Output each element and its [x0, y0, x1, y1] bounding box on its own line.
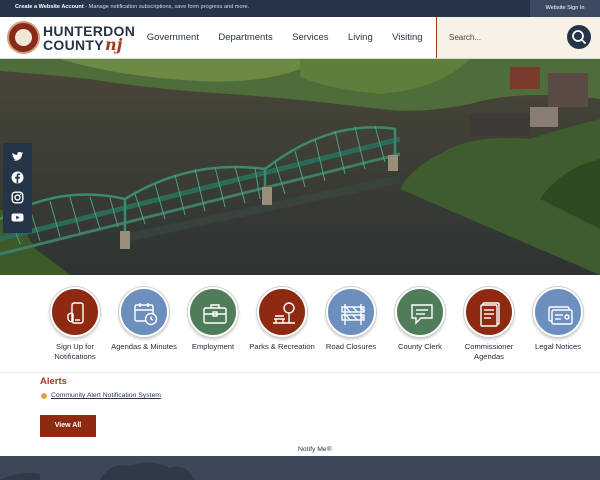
footer-tree-silhouette	[0, 462, 195, 480]
search-area	[437, 17, 600, 58]
nav-visiting[interactable]: Visiting	[382, 17, 432, 58]
quick-link-label: Legal Notices	[534, 342, 581, 351]
quick-link-label: Agendas & Minutes	[111, 342, 177, 351]
nav-services[interactable]: Services	[282, 17, 338, 58]
quick-link-circle	[464, 287, 514, 337]
nav-departments[interactable]: Departments	[209, 17, 283, 58]
quick-link-label: Road Closures	[325, 342, 377, 351]
main-nav: Government Departments Services Living V…	[137, 17, 432, 58]
quick-link-commissioner-agendas[interactable]: Commissioner Agendas	[454, 287, 524, 362]
sign-in-button[interactable]: Website Sign In	[530, 0, 600, 17]
quick-link-county-clerk[interactable]: County Clerk	[385, 287, 455, 352]
quick-link-employment[interactable]: Employment	[178, 287, 248, 352]
quick-link-legal-notices[interactable]: Legal Notices	[523, 287, 593, 352]
search-input[interactable]	[449, 30, 559, 45]
instagram-icon[interactable]	[11, 191, 24, 204]
footer-banner	[0, 456, 600, 480]
briefcase-icon	[203, 304, 227, 324]
quick-link-circle	[257, 287, 307, 337]
document-icon	[480, 302, 500, 327]
utility-bar: Create a Website Account - Manage notifi…	[0, 0, 600, 17]
quick-link-label: Sign Up for Notifications	[54, 342, 96, 361]
alert-bullet-icon	[41, 393, 47, 399]
quick-link-circle	[188, 287, 238, 337]
quick-link-label: Parks & Recreation	[249, 342, 315, 351]
quick-link-circle	[326, 287, 376, 337]
facebook-icon[interactable]	[11, 171, 24, 184]
notify-me-link[interactable]: Notify Me®	[298, 446, 332, 453]
park-icon	[273, 302, 295, 324]
social-bar	[3, 143, 32, 233]
quick-link-circle	[119, 287, 169, 337]
alerts-heading: Alerts	[40, 376, 67, 387]
account-promo-text: - Manage notification subscriptions, sav…	[83, 4, 250, 10]
view-all-button[interactable]: View All	[40, 415, 96, 437]
quick-link-circle	[533, 287, 583, 337]
hero-image	[0, 59, 600, 275]
nav-living[interactable]: Living	[338, 17, 382, 58]
search-icon	[572, 30, 586, 44]
quick-link-notifications[interactable]: Sign Up for Notifications	[40, 287, 110, 362]
logo-line2[interactable]: COUNTY	[43, 37, 104, 53]
quick-link-circle	[50, 287, 100, 337]
barrier-icon	[341, 304, 365, 325]
site-header: HUNTERDON COUNTY nj Government Departmen…	[0, 17, 600, 59]
phone-icon	[67, 302, 84, 324]
quick-links: Sign Up for Notifications Agendas & Minu…	[0, 275, 600, 372]
search-button[interactable]	[567, 25, 591, 49]
county-seal-logo[interactable]	[7, 21, 40, 54]
alerts-section: Alerts Community Alert Notification Syst…	[0, 372, 600, 456]
quick-link-parks-recreation[interactable]: Parks & Recreation	[247, 287, 317, 352]
quick-link-circle	[395, 287, 445, 337]
twitter-icon[interactable]	[11, 151, 24, 164]
account-promo: Create a Website Account - Manage notifi…	[15, 4, 249, 10]
youtube-icon[interactable]	[11, 211, 24, 224]
quick-link-road-closures[interactable]: Road Closures	[316, 287, 386, 352]
card-icon	[548, 306, 573, 325]
create-account-link[interactable]: Create a Website Account	[15, 4, 84, 10]
calendar-clock-icon	[134, 303, 158, 326]
logo-nj: nj	[105, 35, 123, 54]
alert-item-link[interactable]: Community Alert Notification System	[51, 392, 161, 399]
quick-link-label: Employment	[191, 342, 235, 351]
quick-link-label: Commissioner Agendas	[464, 342, 514, 361]
seal-center	[15, 29, 32, 46]
quick-link-agendas-minutes[interactable]: Agendas & Minutes	[109, 287, 179, 352]
chat-icon	[411, 304, 433, 325]
bridge-river-photo	[0, 59, 600, 275]
quick-link-label: County Clerk	[398, 342, 442, 351]
nav-government[interactable]: Government	[137, 17, 209, 58]
